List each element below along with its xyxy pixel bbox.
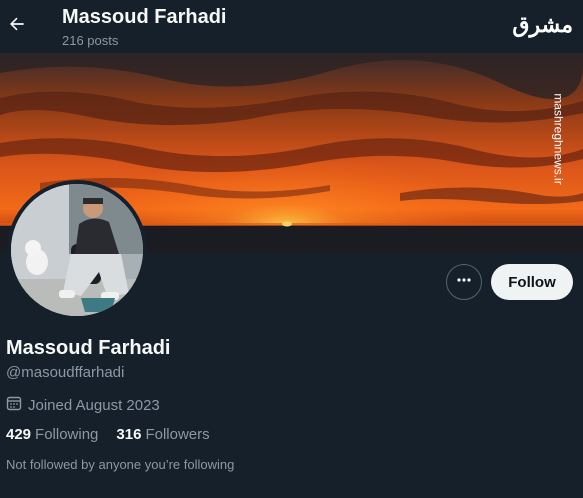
joined-text: Joined August 2023	[28, 396, 160, 414]
post-count: 216 posts	[62, 33, 119, 48]
watermark-site: mashreghnews.ir	[552, 93, 566, 185]
more-dots-icon	[456, 272, 472, 293]
top-bar: Massoud Farhadi 216 posts مشرق	[0, 0, 583, 53]
following-label: Following	[35, 426, 99, 443]
back-button[interactable]	[2, 8, 32, 44]
watermark-logo: مشرق	[512, 12, 574, 38]
followers-count: 316	[116, 426, 142, 443]
following-link[interactable]: 429 Following	[6, 426, 98, 443]
calendar-icon	[6, 395, 22, 415]
mutual-followers-note: Not followed by anyone you’re following	[6, 457, 235, 472]
follow-counts: 429 Following 316 Followers	[6, 426, 210, 443]
following-count: 429	[6, 426, 32, 443]
profile-handle: @masoudffarhadi	[6, 364, 125, 381]
more-options-button[interactable]	[446, 264, 482, 300]
watermark-logo-text: مشرق	[512, 12, 574, 38]
joined-date: Joined August 2023	[6, 395, 160, 415]
follow-button[interactable]: Follow	[491, 264, 573, 300]
arrow-left-icon	[7, 14, 27, 39]
profile-avatar[interactable]	[7, 180, 147, 320]
profile-name: Massoud Farhadi	[6, 337, 171, 359]
followers-link[interactable]: 316 Followers	[116, 426, 209, 443]
followers-label: Followers	[145, 426, 210, 443]
avatar-image	[11, 184, 143, 316]
header-title: Massoud Farhadi	[62, 6, 227, 28]
